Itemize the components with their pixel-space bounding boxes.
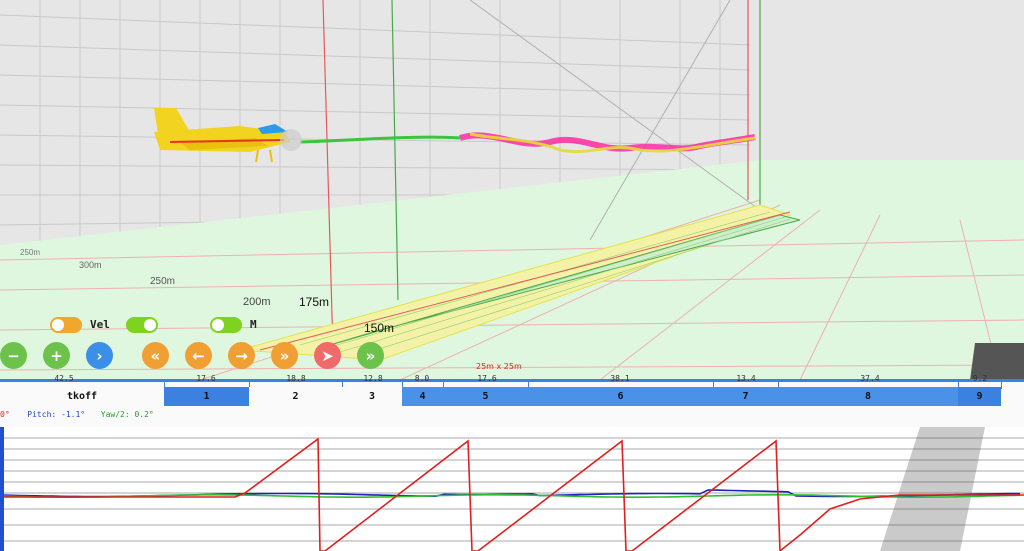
playback-controls: Vel M − + › « ← → » ➤ »: [0, 310, 420, 380]
pitch-value: Pitch: -1.1°: [27, 410, 86, 419]
segment-tkoff[interactable]: tkoff: [0, 387, 164, 406]
double-chevron-right-icon: »: [365, 346, 376, 365]
segment-4[interactable]: 4: [402, 387, 443, 406]
segment-duration: 17.6: [196, 374, 216, 383]
plus-icon: +: [50, 346, 63, 365]
distance-label: 250m: [150, 276, 175, 287]
distance-label: 175m: [299, 295, 329, 309]
arrow-left-icon: ←: [192, 346, 205, 365]
step-back-button[interactable]: ←: [185, 342, 212, 369]
telemetry-plot[interactable]: [0, 427, 1024, 551]
segment-duration: 8.0: [414, 374, 430, 383]
send-button[interactable]: ➤: [314, 342, 341, 369]
segment-duration: 17.6: [477, 374, 497, 383]
step-forward-button[interactable]: →: [228, 342, 255, 369]
segment-1[interactable]: 1: [164, 387, 249, 406]
segment-duration: 12.8: [363, 374, 383, 383]
yaw-value: Yaw/2: 0.2°: [100, 410, 154, 419]
segment-duration: 37.4: [860, 374, 880, 383]
segment-6[interactable]: 6: [528, 387, 713, 406]
plot-left-marker: [0, 427, 4, 551]
grid-size-label: 25m x 25m: [476, 362, 522, 371]
segment-duration: 18.8: [286, 374, 306, 383]
segment-duration: 13.4: [736, 374, 756, 383]
zoom-in-button[interactable]: +: [43, 342, 70, 369]
segment-2[interactable]: 2: [249, 387, 342, 406]
maneuver-timeline: 42.5 17.6 18.8 12.8 8.0 17.6 38.1 13.4 3…: [0, 374, 1024, 427]
m-toggle-label: M: [250, 318, 257, 331]
skip-end-button[interactable]: »: [357, 342, 384, 369]
fast-forward-button[interactable]: »: [271, 342, 298, 369]
vel-toggle-label: Vel: [90, 318, 110, 331]
segment-duration: 42.5: [54, 374, 74, 383]
propeller-icon: [280, 129, 302, 151]
attitude-readout: 0° Pitch: -1.1° Yaw/2: 0.2°: [0, 410, 154, 419]
rewind-button[interactable]: «: [142, 342, 169, 369]
distance-label: 250m: [20, 248, 40, 257]
segment-7[interactable]: 7: [713, 387, 778, 406]
segment-8[interactable]: 8: [778, 387, 958, 406]
send-icon: ➤: [321, 346, 334, 365]
vel-toggle[interactable]: [126, 317, 158, 333]
segment-5[interactable]: 5: [443, 387, 528, 406]
fast-forward-icon: »: [279, 346, 290, 365]
minus-icon: −: [7, 346, 20, 365]
segment-3[interactable]: 3: [342, 387, 402, 406]
segment-duration: 9.2: [972, 374, 988, 383]
m-toggle[interactable]: [210, 317, 242, 333]
distance-label: 200m: [243, 296, 271, 308]
zoom-out-button[interactable]: −: [0, 342, 27, 369]
play-button[interactable]: ›: [86, 342, 113, 369]
segment-9[interactable]: 9: [958, 387, 1001, 406]
segment-tick: [1001, 379, 1002, 389]
roll-value: 0°: [0, 410, 10, 419]
segment-duration: 38.1: [610, 374, 630, 383]
plot-background: [0, 427, 1024, 551]
toggle-switch[interactable]: [50, 317, 82, 333]
arrow-right-icon: →: [235, 346, 248, 365]
rewind-icon: «: [150, 346, 161, 365]
chevron-right-icon: ›: [96, 346, 103, 365]
distance-label: 300m: [79, 260, 102, 270]
